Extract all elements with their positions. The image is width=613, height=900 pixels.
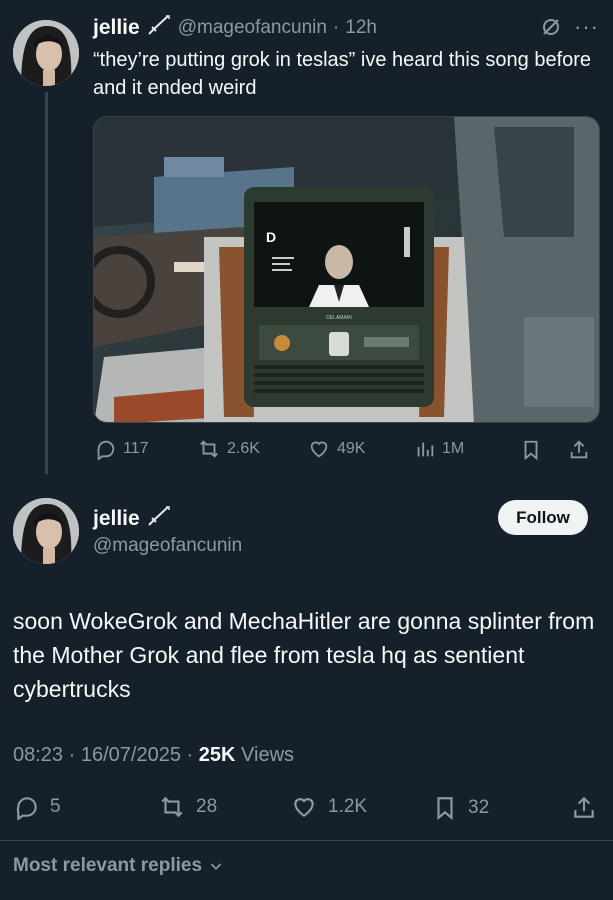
media-image: D DELAMAIN: [94, 117, 599, 422]
bookmark-button[interactable]: [520, 438, 542, 462]
thread-line: [45, 92, 48, 474]
main-author-handle[interactable]: @mageofancunin: [93, 535, 242, 557]
tweet-meta: 08:23 · 16/07/2025 · 25K Views: [13, 744, 294, 767]
tweet-date[interactable]: 16/07/2025: [81, 744, 181, 766]
bookmark-icon: [524, 440, 538, 461]
tweet-time[interactable]: 08:23: [13, 744, 63, 766]
screen-label: DELAMAIN: [326, 315, 352, 321]
reply-button[interactable]: 5: [14, 794, 61, 820]
tweet-text: “they’re putting grok in teslas” ive hea…: [93, 49, 592, 99]
main-avatar[interactable]: [13, 498, 79, 564]
repost-icon: [200, 440, 218, 458]
share-button[interactable]: [568, 438, 590, 462]
grok-icon[interactable]: [540, 16, 562, 43]
separator: ·: [332, 16, 340, 38]
reply-count: 5: [50, 796, 61, 817]
follow-button[interactable]: Follow: [498, 500, 588, 535]
replies-sort[interactable]: Most relevant replies: [13, 855, 224, 877]
svg-text:D: D: [266, 229, 276, 245]
views-label: Views: [241, 744, 295, 766]
reply-button[interactable]: 117: [95, 438, 149, 460]
separator: ·: [68, 744, 76, 766]
bookmark-count: 32: [468, 797, 490, 818]
bookmark-button[interactable]: 32: [432, 794, 489, 822]
views-button[interactable]: 1M: [414, 438, 464, 460]
reply-count: 117: [123, 440, 149, 457]
repost-count: 28: [196, 796, 218, 817]
main-author-row: jellie: [93, 505, 172, 532]
tweet-header: jellie @mageofancunin · 12h: [93, 14, 377, 41]
views-icon: [417, 442, 434, 457]
like-button[interactable]: 49K: [307, 438, 365, 460]
bookmark-icon: [437, 797, 453, 821]
like-count: 1.2K: [328, 796, 368, 817]
share-icon: [570, 440, 588, 459]
heart-icon: [294, 798, 314, 817]
author-handle[interactable]: @mageofancunin: [178, 17, 327, 39]
tweet-time[interactable]: 12h: [345, 17, 377, 39]
more-icon[interactable]: ···: [574, 14, 599, 40]
separator: ·: [186, 744, 194, 766]
sword-icon: [146, 505, 172, 532]
views-count: 1M: [442, 440, 465, 457]
repost-button[interactable]: 28: [158, 794, 217, 820]
repost-button[interactable]: 2.6K: [197, 438, 260, 460]
avatar[interactable]: [13, 20, 79, 86]
reply-icon: [16, 797, 37, 820]
chevron-down-icon: [210, 863, 222, 870]
views-count: 25K: [198, 744, 236, 766]
tweet-media[interactable]: D DELAMAIN: [93, 116, 600, 423]
repost-count: 2.6K: [227, 440, 260, 457]
reply-icon: [97, 440, 115, 460]
sword-icon: [146, 14, 172, 41]
heart-icon: [310, 441, 328, 458]
like-button[interactable]: 1.2K: [290, 794, 367, 820]
author-name[interactable]: jellie: [93, 16, 140, 40]
replies-sort-label: Most relevant replies: [13, 855, 203, 876]
main-tweet-text: soon WokeGrok and MechaHitler are gonna …: [13, 608, 595, 702]
like-count: 49K: [337, 440, 366, 457]
avatar-image: [13, 498, 79, 564]
repost-icon: [161, 796, 183, 818]
divider: [0, 840, 613, 841]
share-icon: [574, 796, 594, 818]
avatar-image: [13, 20, 79, 86]
main-author-name[interactable]: jellie: [93, 507, 140, 531]
share-button[interactable]: [571, 794, 597, 822]
